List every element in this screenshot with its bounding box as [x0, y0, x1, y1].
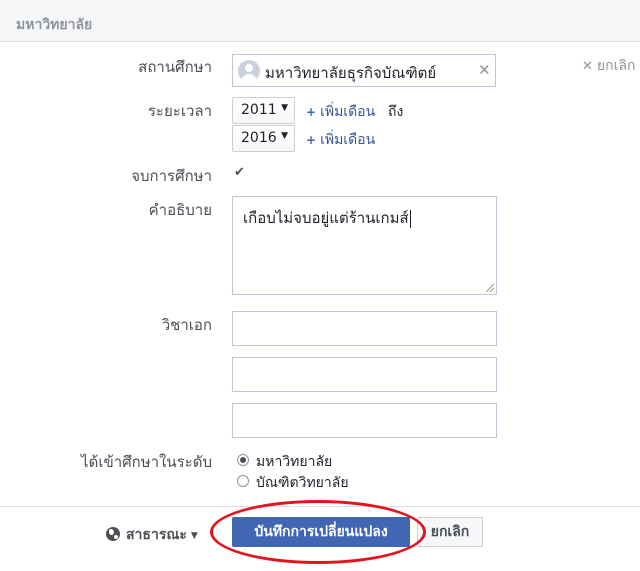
description-label: คำอธิบาย — [148, 201, 212, 219]
chevron-down-icon: ▼ — [281, 103, 288, 113]
section-header: มหาวิทยาลัย — [0, 0, 640, 42]
school-field[interactable]: มหาวิทยาลัยธุรกิจบัณฑิตย์ ✕ — [232, 54, 496, 87]
add-start-month-label: เพิ่มเดือน — [320, 104, 376, 120]
graduated-label: จบการศึกษา — [131, 167, 212, 185]
school-name: มหาวิทยาลัยธุรกิจบัณฑิตย์ — [265, 64, 437, 82]
description-text: เกือบไม่จบอยู่แต่ร้านเกมส์ — [243, 206, 411, 230]
school-avatar — [238, 60, 260, 82]
add-start-month-link[interactable]: + เพิ่มเดือน — [306, 101, 375, 123]
close-icon[interactable]: ✕ — [478, 63, 491, 78]
cancel-button[interactable]: ยกเลิก — [417, 517, 483, 547]
radio-graduate-school-label[interactable]: บัณฑิตวิทยาลัย — [256, 472, 349, 494]
privacy-selector[interactable]: สาธารณะ ▼ — [106, 524, 198, 546]
plus-icon: + — [306, 105, 317, 119]
major-field-3[interactable] — [232, 403, 497, 438]
add-end-month-label: เพิ่มเดือน — [320, 132, 376, 148]
resize-grip-icon[interactable] — [486, 284, 494, 292]
start-year-select[interactable]: 2011 ▼ — [232, 97, 295, 124]
major-field-1[interactable] — [232, 311, 497, 346]
start-year-value: 2011 — [241, 102, 277, 118]
caret-down-icon: ▼ — [190, 531, 198, 541]
close-icon: ✕ — [582, 59, 593, 74]
end-year-value: 2016 — [241, 130, 277, 146]
radio-university-label[interactable]: มหาวิทยาลัย — [256, 451, 332, 473]
radio-university[interactable] — [237, 454, 249, 466]
cancel-link-top[interactable]: ✕ ยกเลิก — [582, 55, 635, 77]
text-caret — [409, 209, 411, 228]
end-year-select[interactable]: 2016 ▼ — [232, 125, 295, 152]
to-text: ถึง — [388, 104, 404, 120]
footer-divider — [0, 506, 640, 507]
privacy-label: สาธารณะ — [126, 527, 187, 543]
description-value: เกือบไม่จบอยู่แต่ร้านเกมส์ — [243, 209, 409, 227]
description-textarea[interactable]: เกือบไม่จบอยู่แต่ร้านเกมส์ — [232, 196, 497, 295]
major-field-2[interactable] — [232, 357, 497, 392]
cancel-link-label: ยกเลิก — [596, 58, 636, 74]
period-label: ระยะเวลา — [147, 102, 212, 120]
plus-icon: + — [306, 133, 317, 147]
section-title: มหาวิทยาลัย — [16, 17, 93, 33]
radio-graduate-school[interactable] — [237, 475, 249, 487]
school-label: สถานศึกษา — [138, 58, 212, 76]
globe-icon — [106, 527, 120, 541]
save-changes-button[interactable]: บันทึกการเปลี่ยนแปลง — [232, 517, 410, 547]
attended-for-label: ได้เข้าศึกษาในระดับ — [81, 453, 212, 471]
chevron-down-icon: ▼ — [281, 131, 288, 141]
major-label: วิชาเอก — [161, 316, 212, 334]
add-end-month-link[interactable]: + เพิ่มเดือน — [306, 129, 375, 151]
graduated-checkbox[interactable]: ✔ — [234, 165, 245, 180]
